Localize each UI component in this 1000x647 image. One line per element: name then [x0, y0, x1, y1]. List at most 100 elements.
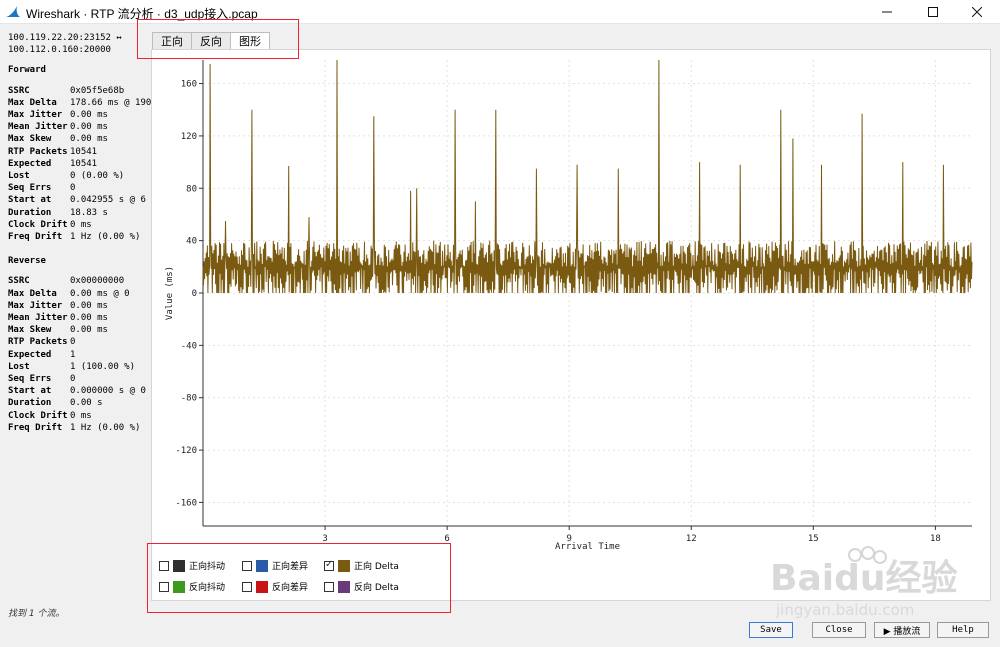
stat-row: Duration 0.00 s	[8, 397, 148, 409]
stat-label: Max Jitter	[8, 300, 63, 311]
stat-label: Freq Drift	[8, 232, 63, 243]
x-tick-label: 6	[444, 534, 449, 544]
stat-value: 1 Hz (0.00 %)	[70, 232, 141, 243]
checkbox[interactable]	[242, 560, 252, 571]
stat-label: Duration	[8, 207, 52, 218]
stat-label: Start at	[8, 386, 52, 397]
legend-forward-delta[interactable]: 正向 Delta	[324, 559, 399, 572]
stat-value: 1 Hz (0.00 %)	[70, 422, 141, 433]
connection-destination: 100.112.0.160:20000	[8, 45, 111, 56]
stat-label: Clock Drift	[8, 219, 68, 230]
stat-label: Mean Jitter	[8, 313, 68, 324]
stat-row: Max Skew 0.00 ms	[8, 324, 148, 336]
stream-statistics: 100.119.22.20:23152 ↔ 100.112.0.160:2000…	[8, 32, 157, 434]
stat-value: 0.00 ms	[70, 313, 108, 324]
y-tick-label: 160	[181, 80, 197, 90]
stat-value: 0.042955 s @ 6	[70, 195, 146, 206]
stat-row: RTP Packets 10541	[8, 146, 148, 158]
stat-row: Expected 10541	[8, 158, 148, 170]
color-swatch	[256, 559, 268, 572]
connection-info: 100.119.22.20:23152 ↔ 100.112.0.160:2000…	[8, 32, 148, 56]
forward-title: Forward	[8, 65, 46, 76]
stat-value: 0	[70, 337, 76, 348]
y-tick-label: 40	[186, 237, 197, 247]
y-tick-label: -40	[181, 341, 197, 351]
tab-reverse[interactable]: 反向	[191, 32, 231, 50]
watermark-url: jingyan.baidu.com	[775, 601, 914, 619]
legend-label: 反向差异	[272, 583, 309, 593]
legend-reverse-delta[interactable]: 反向 Delta	[324, 580, 399, 593]
checkbox[interactable]	[324, 581, 334, 592]
reverse-stats: SSRC 0x00000000 Max Delta 0.00 ms @ 0 Max Ji…	[8, 275, 148, 434]
maximize-button[interactable]	[910, 0, 956, 24]
stat-value: 0 (0.00 %)	[70, 171, 125, 182]
x-tick-label: 3	[322, 534, 327, 544]
stat-value: 0.000000 s @ 0	[70, 386, 146, 397]
minimize-button[interactable]	[864, 0, 910, 24]
stat-value: 18.83 s	[70, 207, 108, 218]
help-button[interactable]: Help	[937, 622, 989, 638]
series-forward-delta	[202, 59, 973, 294]
stat-row: Max Delta 0.00 ms @ 0	[8, 288, 148, 300]
color-swatch	[173, 580, 185, 593]
stat-label: Expected	[8, 158, 52, 169]
legend-forward-jitter[interactable]: 正向抖动	[159, 559, 225, 572]
stat-label: RTP Packets	[8, 146, 68, 157]
stat-row: RTP Packets 0	[8, 336, 148, 348]
legend-label: 反向 Delta	[354, 583, 399, 593]
play-stream-button[interactable]: ▶ 播放流	[874, 622, 930, 638]
stat-value: 0.00 ms @ 0	[70, 288, 130, 299]
color-swatch	[256, 580, 268, 593]
legend-reverse-diff[interactable]: 反向差异	[242, 580, 308, 593]
legend-reverse-jitter[interactable]: 反向抖动	[159, 580, 225, 593]
close-icon	[972, 7, 982, 17]
stat-label: RTP Packets	[8, 337, 68, 348]
x-tick-label: 12	[686, 534, 697, 544]
close-window-button[interactable]	[954, 0, 1000, 24]
stat-label: Seq Errs	[8, 374, 52, 385]
save-button[interactable]: Save	[749, 622, 793, 638]
checkbox[interactable]	[159, 560, 169, 571]
stat-row: Max Jitter 0.00 ms	[8, 300, 148, 312]
forward-stats: SSRC 0x05f5e68b Max Delta 178.66 ms @ 1907 M…	[8, 85, 157, 244]
stat-value: 0.00 ms	[70, 110, 108, 121]
color-swatch	[338, 580, 350, 593]
rtp-delta-chart[interactable]: -160-120-80-40040801201603 6 9 12 15 18Arriva…	[152, 50, 990, 600]
watermark-logo: Baidu经验	[770, 558, 957, 599]
legend-forward-diff[interactable]: 正向差异	[242, 559, 308, 572]
stat-value: 1 (100.00 %)	[70, 361, 136, 372]
wireshark-fin-icon	[6, 6, 20, 17]
stat-label: Freq Drift	[8, 422, 63, 433]
graph-panel: -160 -120 -80 -40 0 40 80 120 160 3 6 9 12 15 18 Arriva…	[151, 49, 991, 601]
reverse-title: Reverse	[8, 256, 46, 267]
y-axis-label: Value (ms)	[165, 266, 175, 320]
stat-row: SSRC 0x00000000	[8, 275, 148, 287]
x-axis-label: Arrival Time	[555, 542, 620, 552]
stat-row: Clock Drift 0 ms	[8, 219, 148, 231]
y-tick-label: 80	[186, 184, 197, 194]
y-tick-label: 0	[192, 289, 197, 299]
stat-value: 0 ms	[70, 219, 92, 230]
stat-label: Max Skew	[8, 134, 52, 145]
stat-row: Seq Errs 0	[8, 373, 148, 385]
stat-label: SSRC	[8, 276, 30, 287]
tab-forward[interactable]: 正向	[152, 32, 192, 50]
window-title: Wireshark · RTP 流分析 · d3_udp接入.pcap	[26, 7, 258, 21]
checkbox[interactable]	[159, 581, 169, 592]
stat-value: 0x05f5e68b	[70, 85, 125, 96]
checkbox[interactable]	[324, 559, 334, 571]
stat-row: Duration 18.83 s	[8, 207, 148, 219]
color-swatch	[338, 559, 350, 572]
checkbox[interactable]	[242, 581, 252, 592]
stat-label: Clock Drift	[8, 410, 68, 421]
close-button[interactable]: Close	[812, 622, 866, 638]
stat-row: Start at 0.000000 s @ 0	[8, 385, 148, 397]
legend-label: 反向抖动	[189, 583, 226, 593]
graph-legend: 正向抖动 正向差异 正向 Delta 反向抖动 反向差异 反向 Delta	[158, 556, 448, 600]
y-tick-label: -160	[175, 498, 197, 508]
legend-label: 正向抖动	[189, 562, 226, 572]
stat-value: 178.66 ms @ 1907	[70, 97, 157, 108]
stat-row: Max Delta 178.66 ms @ 1907	[8, 97, 157, 109]
color-swatch	[173, 559, 185, 572]
stat-value: 0	[70, 374, 76, 385]
